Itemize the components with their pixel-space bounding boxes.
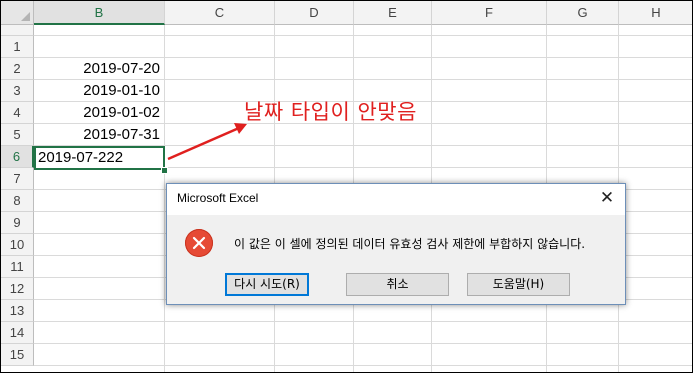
close-icon[interactable]: ✕ bbox=[595, 187, 619, 209]
error-dialog: Microsoft Excel ✕ 이 값은 이 셀에 정의된 데이터 유효성 … bbox=[166, 183, 626, 305]
annotation-label: 날짜 타입이 안맞음 bbox=[244, 100, 417, 124]
arrow-shaft bbox=[167, 126, 240, 161]
dialog-title: Microsoft Excel bbox=[177, 191, 259, 205]
dialog-message: 이 값은 이 셀에 정의된 데이터 유효성 검사 제한에 부합하지 않습니다. bbox=[234, 237, 586, 251]
error-x-glyph bbox=[192, 236, 206, 250]
screenshot-frame: B C D E F G H 1 2 3 4 5 6 7 8 9 10 11 12… bbox=[0, 0, 693, 373]
retry-button[interactable]: 다시 시도(R) bbox=[225, 273, 309, 296]
dialog-button-bar: 다시 시도(R) 취소 도움말(H) bbox=[167, 273, 625, 304]
help-button[interactable]: 도움말(H) bbox=[467, 273, 570, 296]
error-icon bbox=[185, 229, 213, 257]
dialog-body: 이 값은 이 셀에 정의된 데이터 유효성 검사 제한에 부합하지 않습니다. bbox=[167, 215, 625, 273]
cancel-button[interactable]: 취소 bbox=[346, 273, 449, 296]
